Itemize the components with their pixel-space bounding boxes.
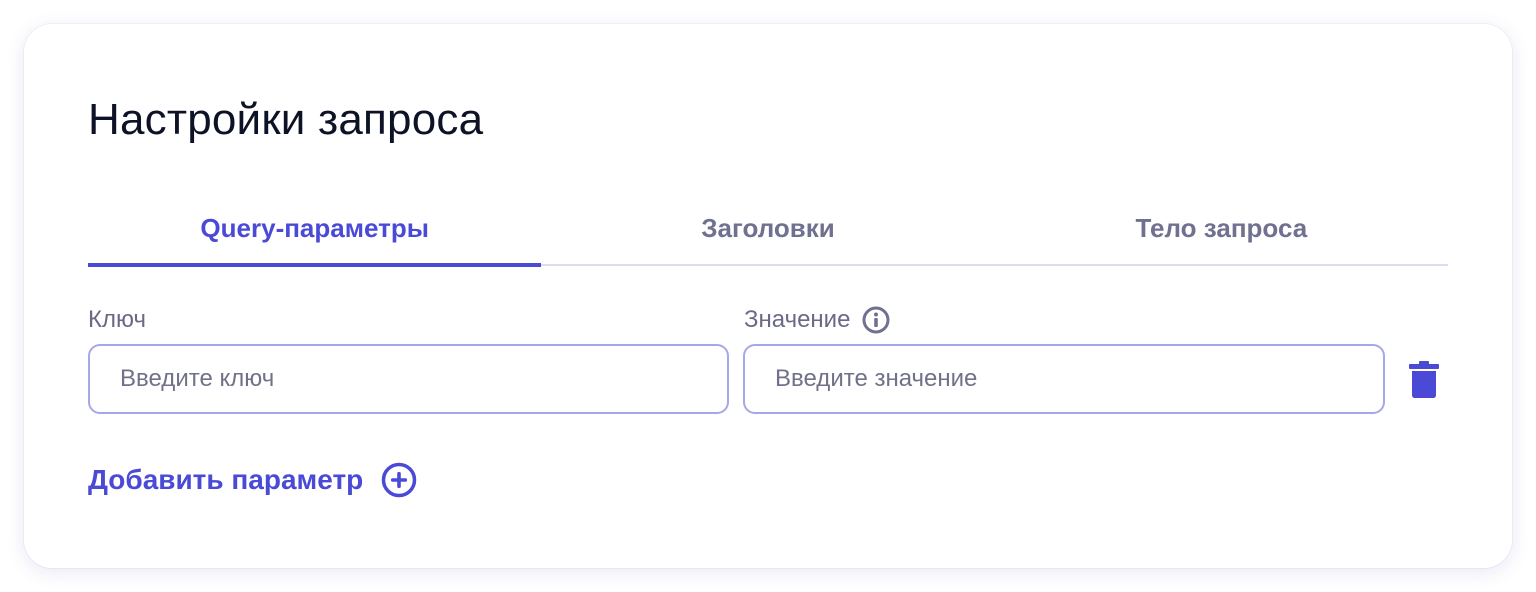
tab-query-params[interactable]: Query-параметры — [88, 208, 542, 267]
key-input[interactable] — [88, 344, 729, 414]
value-label: Значение — [744, 304, 890, 336]
tab-headers[interactable]: Заголовки — [541, 208, 994, 264]
key-label-text: Ключ — [88, 306, 146, 333]
value-label-text: Значение — [744, 306, 851, 333]
trash-icon[interactable] — [1408, 361, 1440, 399]
request-settings-card: Настройки запроса Query-параметры Заголо… — [24, 24, 1512, 568]
add-parameter-button[interactable]: Добавить параметр — [88, 460, 417, 500]
plus-circle-icon — [381, 462, 417, 498]
key-label: Ключ — [88, 304, 146, 336]
tab-request-body[interactable]: Тело запроса — [995, 208, 1448, 264]
tab-bar: Query-параметры Заголовки Тело запроса — [88, 208, 1448, 267]
value-input[interactable] — [743, 344, 1385, 414]
card-title: Настройки запроса — [88, 95, 484, 144]
info-icon[interactable] — [862, 306, 890, 334]
add-parameter-label: Добавить параметр — [88, 464, 364, 495]
